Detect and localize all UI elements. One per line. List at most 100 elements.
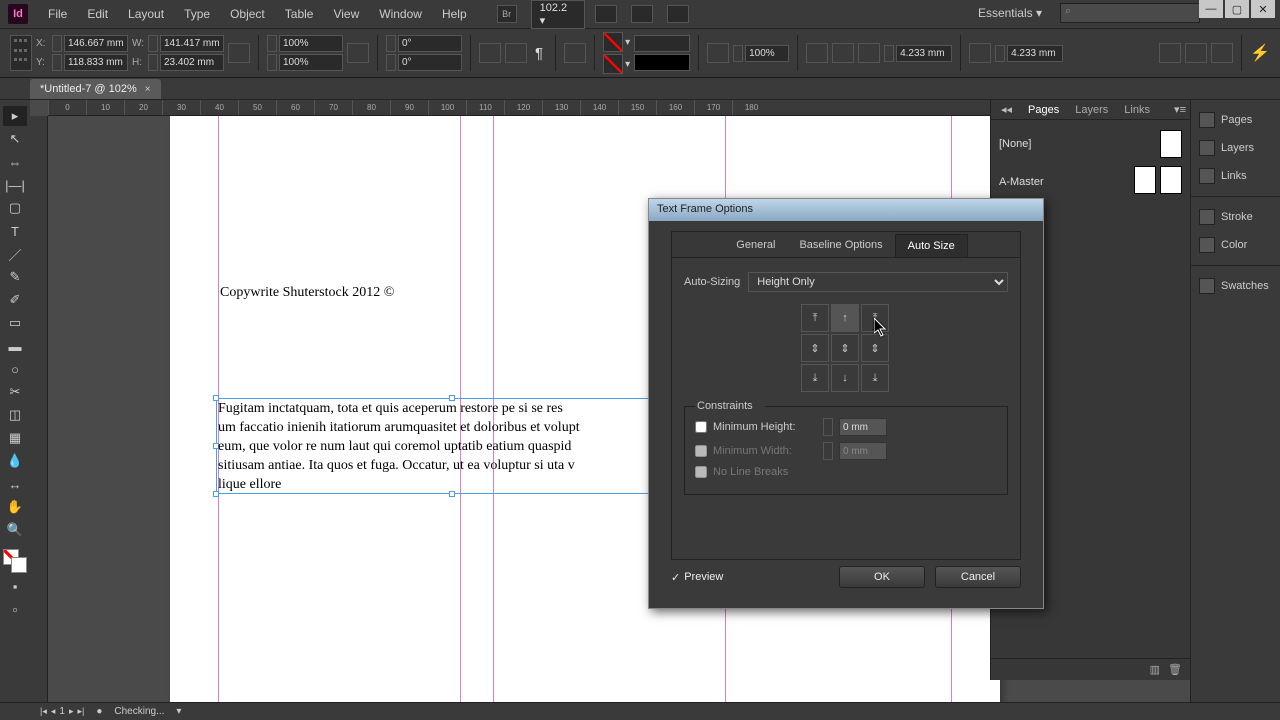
- content-collector-tool[interactable]: ▢: [3, 198, 27, 218]
- collapsed-links[interactable]: Links: [1191, 162, 1280, 190]
- y-field[interactable]: [64, 54, 128, 71]
- minimize-button[interactable]: —: [1199, 0, 1223, 18]
- collapsed-color[interactable]: Color: [1191, 231, 1280, 259]
- preview-label[interactable]: Preview: [684, 571, 723, 583]
- corner-options-icon[interactable]: [969, 43, 991, 63]
- zoom-level[interactable]: 102.2 ▾: [531, 0, 585, 29]
- close-button[interactable]: ✕: [1251, 0, 1275, 18]
- last-page-icon[interactable]: ▸|: [77, 706, 84, 717]
- auto-sizing-select[interactable]: Height Only: [748, 272, 1008, 292]
- min-height-field[interactable]: [839, 418, 887, 436]
- type-tool[interactable]: T: [3, 221, 27, 241]
- stroke-swatch[interactable]: [603, 54, 623, 74]
- ok-button[interactable]: OK: [839, 566, 925, 588]
- fx-icon[interactable]: [707, 43, 729, 63]
- prev-page-icon[interactable]: ◂: [51, 706, 56, 717]
- gap-tool[interactable]: |—|: [3, 175, 27, 195]
- menu-file[interactable]: File: [38, 3, 77, 25]
- preflight-status[interactable]: Checking...: [114, 706, 164, 717]
- measure-tool[interactable]: ↔: [3, 474, 27, 494]
- dialog-tab-autosize[interactable]: Auto Size: [895, 234, 968, 257]
- collapsed-swatches[interactable]: Swatches: [1191, 272, 1280, 300]
- stroke-style-field[interactable]: [634, 54, 690, 71]
- screen-mode-icon[interactable]: [631, 5, 653, 23]
- direct-selection-tool[interactable]: ↖: [3, 129, 27, 149]
- menu-layout[interactable]: Layout: [118, 3, 174, 25]
- shear-field[interactable]: [398, 54, 462, 71]
- new-page-icon[interactable]: ▥: [1150, 663, 1160, 676]
- none-thumb[interactable]: [1160, 130, 1182, 158]
- constrain-wh-icon[interactable]: [228, 43, 250, 63]
- align-icon[interactable]: [1159, 43, 1181, 63]
- menu-window[interactable]: Window: [369, 3, 432, 25]
- corner-field[interactable]: [1007, 45, 1063, 62]
- eyedropper-tool[interactable]: 💧: [3, 451, 27, 471]
- preview-check-icon[interactable]: ✓: [671, 571, 680, 584]
- menu-type[interactable]: Type: [174, 3, 220, 25]
- reference-point-grid[interactable]: [10, 35, 32, 71]
- rectangle-frame-tool[interactable]: ▭: [3, 313, 27, 333]
- close-tab-icon[interactable]: ×: [145, 84, 151, 95]
- dialog-tab-baseline[interactable]: Baseline Options: [787, 234, 894, 256]
- collapsed-layers[interactable]: Layers: [1191, 134, 1280, 162]
- layers-tab[interactable]: Layers: [1069, 102, 1114, 118]
- menu-edit[interactable]: Edit: [77, 3, 118, 25]
- rectangle-tool[interactable]: ▬: [3, 336, 27, 356]
- rotate-ccw-icon[interactable]: [479, 43, 501, 63]
- x-field[interactable]: [64, 35, 128, 52]
- view-options-icon[interactable]: [595, 5, 617, 23]
- wrap-none-icon[interactable]: [806, 43, 828, 63]
- collapsed-stroke[interactable]: Stroke: [1191, 203, 1280, 231]
- reference-anchor-grid[interactable]: ⤒↑⤒ ⇕⇕⇕ ⤓↓⤓: [801, 304, 891, 392]
- paragraph-icon[interactable]: ¶: [535, 45, 543, 62]
- view-mode-icon[interactable]: ▫: [3, 599, 27, 619]
- workspace-switcher[interactable]: Essentials ▾: [970, 4, 1050, 22]
- scale-x-field[interactable]: [279, 35, 343, 52]
- search-input[interactable]: [1060, 3, 1200, 23]
- arrange-icon[interactable]: [667, 5, 689, 23]
- constrain-scale-icon[interactable]: [347, 43, 369, 63]
- ellipse-tool[interactable]: ○: [3, 359, 27, 379]
- scale-y-field[interactable]: [279, 54, 343, 71]
- flip-h-icon[interactable]: [564, 43, 586, 63]
- rotate-field[interactable]: [398, 35, 462, 52]
- apply-color-icon[interactable]: ▪: [3, 576, 27, 596]
- selection-tool[interactable]: ▸: [3, 106, 27, 126]
- page-tool[interactable]: ⇔: [3, 152, 27, 172]
- gradient-swatch-tool[interactable]: ▦: [3, 428, 27, 448]
- dialog-tab-general[interactable]: General: [724, 234, 787, 256]
- fill-swatch[interactable]: [603, 32, 623, 52]
- maximize-button[interactable]: ▢: [1225, 0, 1249, 18]
- h-field[interactable]: [160, 54, 224, 71]
- first-page-icon[interactable]: |◂: [40, 706, 47, 717]
- master-a[interactable]: A-Master: [999, 176, 1044, 188]
- wrap-bbox-icon[interactable]: [832, 43, 854, 63]
- rotate-cw-icon[interactable]: [505, 43, 527, 63]
- fit-frame-icon[interactable]: [1211, 43, 1233, 63]
- scissors-tool[interactable]: ✂: [3, 382, 27, 402]
- pages-tab[interactable]: Pages: [1022, 102, 1065, 118]
- wrap-shape-icon[interactable]: [858, 43, 880, 63]
- page-number[interactable]: 1: [59, 706, 65, 717]
- stroke-weight-field[interactable]: [634, 35, 690, 52]
- collapsed-pages[interactable]: Pages: [1191, 106, 1280, 134]
- fill-stroke-swatches[interactable]: [3, 549, 27, 573]
- free-transform-tool[interactable]: ◫: [3, 405, 27, 425]
- distribute-icon[interactable]: [1185, 43, 1207, 63]
- w-field[interactable]: [160, 35, 224, 52]
- pencil-tool[interactable]: ✐: [3, 290, 27, 310]
- line-tool[interactable]: ／: [3, 244, 27, 264]
- menu-help[interactable]: Help: [432, 3, 477, 25]
- pen-tool[interactable]: ✎: [3, 267, 27, 287]
- quick-apply-icon[interactable]: ⚡: [1250, 43, 1270, 63]
- menu-view[interactable]: View: [323, 3, 369, 25]
- bridge-button[interactable]: Br: [497, 5, 517, 23]
- delete-page-icon[interactable]: 🗑: [1168, 663, 1182, 676]
- menu-object[interactable]: Object: [220, 3, 275, 25]
- cancel-button[interactable]: Cancel: [935, 566, 1021, 588]
- next-page-icon[interactable]: ▸: [69, 706, 74, 717]
- hand-tool[interactable]: ✋: [3, 497, 27, 517]
- min-height-checkbox[interactable]: [695, 421, 707, 433]
- opacity-field[interactable]: [745, 45, 789, 62]
- master-none[interactable]: [None]: [999, 138, 1031, 150]
